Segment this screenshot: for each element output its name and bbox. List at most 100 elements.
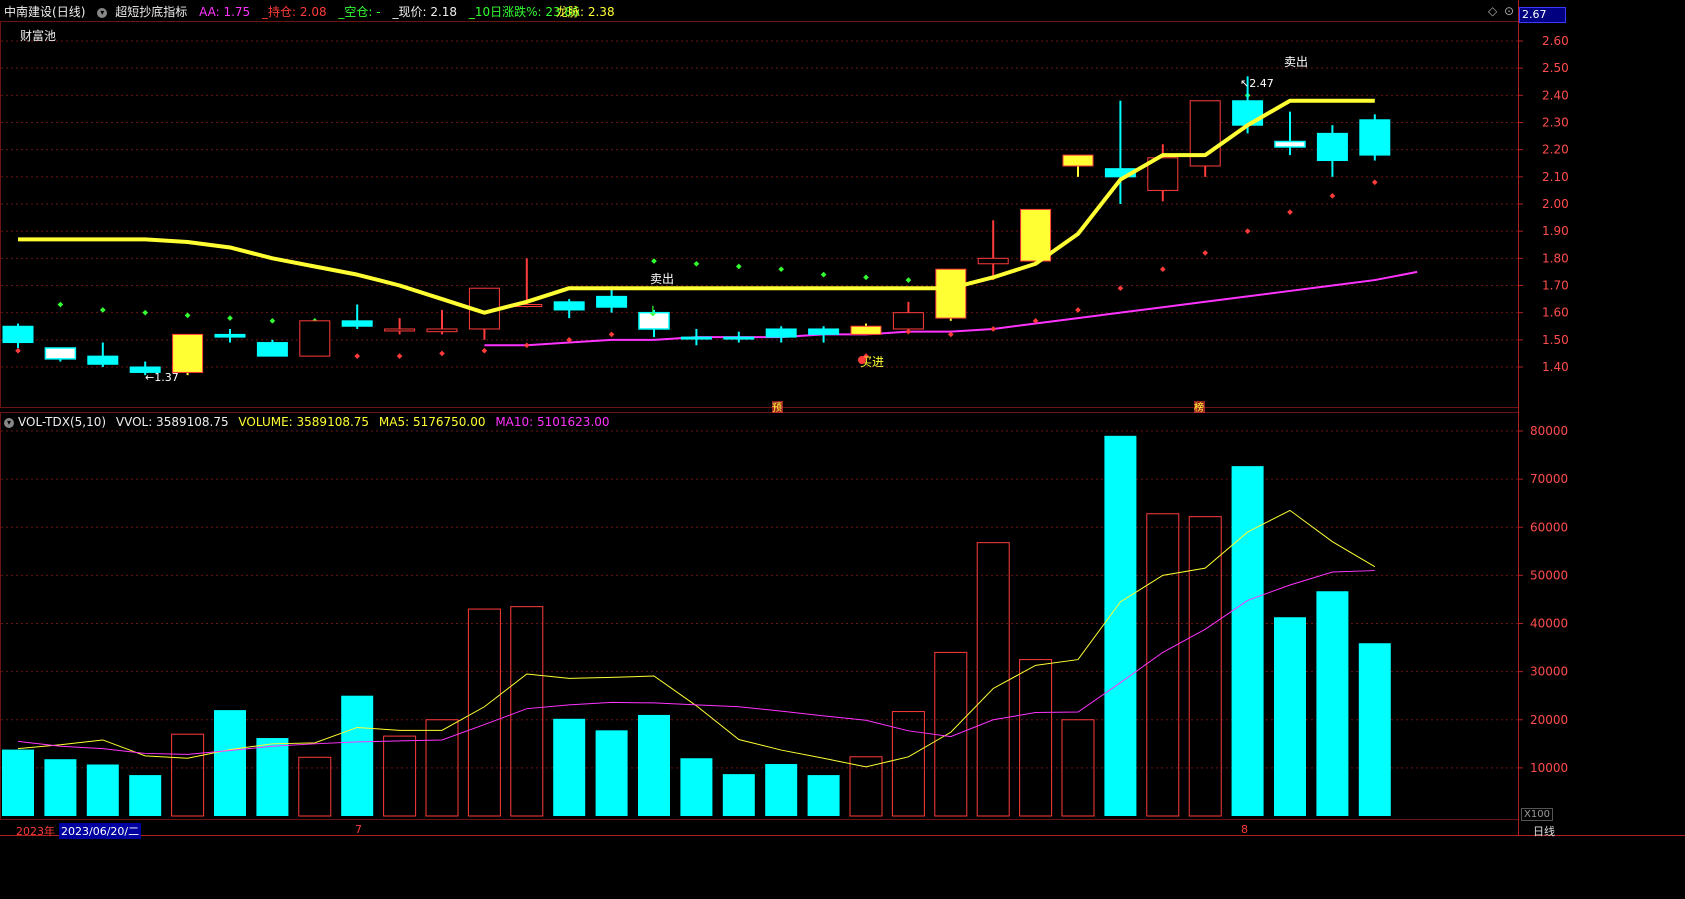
volume-bar: [891, 711, 925, 817]
candle-body: [596, 295, 628, 308]
volume-bar: [214, 710, 246, 816]
candle-body: [172, 333, 204, 373]
low-price-marker: ←1.37: [145, 371, 179, 384]
candle-body: [1062, 154, 1094, 167]
volume-bar: [341, 695, 374, 816]
candle-body: [850, 325, 882, 335]
candle-body: [2, 325, 34, 344]
green-signal-dot: [905, 277, 912, 283]
candle-body: [1359, 119, 1391, 156]
price-tick-label: 2.30: [1542, 116, 1569, 130]
volume-bar: [1231, 466, 1264, 816]
volume-bar: [256, 738, 289, 816]
volume-bar: [44, 759, 77, 816]
price-tick-label: 1.70: [1542, 279, 1569, 293]
dragon-value: 龙脉: 2.38: [556, 5, 615, 19]
volume-menu-icon[interactable]: ▾: [4, 417, 14, 428]
candle-body: [214, 333, 246, 338]
green-signal-dot: [693, 260, 700, 267]
candle-body: [256, 342, 288, 357]
chart-canvas[interactable]: 2.60 2.50 2.40 2.30 2.20 2.10 2.00 1.90 1.80 1.70…: [0, 0, 1685, 899]
price-tick-label: 2.50: [1542, 61, 1569, 75]
volume-bar: [1188, 516, 1222, 817]
buy-signal-dot: [858, 356, 866, 364]
vvol-value: VVOL: 3589108.75: [115, 415, 229, 429]
volume-bar: [1316, 591, 1349, 816]
volume-bar: [1358, 643, 1391, 816]
red-signal-dot: [1117, 285, 1124, 292]
volume-bar: [765, 764, 798, 816]
volume-bar: [1104, 435, 1137, 816]
candle-body: [1232, 100, 1264, 126]
volume-bar: [86, 764, 119, 816]
red-signal-dot: [1159, 266, 1166, 273]
empty-value: _空仓: -: [338, 5, 381, 19]
red-signal-dot: [439, 350, 445, 357]
price-tick-label: 1.50: [1542, 333, 1569, 347]
volume-tick-label: 20000: [1530, 713, 1568, 727]
candle-body: [765, 328, 797, 338]
green-signal-dot: [269, 317, 276, 324]
green-signal-dot: [820, 271, 827, 278]
candle-body: [935, 268, 967, 319]
green-down-arrow: ↓: [647, 304, 659, 320]
green-signal-dot: [735, 263, 742, 270]
candle-body: [44, 347, 77, 360]
green-signal-dot: [863, 274, 869, 281]
volume-bar: [595, 730, 628, 816]
red-signal-dot: [1202, 250, 1209, 256]
volume-bar: [976, 542, 1010, 817]
volume-value: VOLUME: 3589108.75: [238, 415, 370, 429]
price-panel-frame: [0, 21, 1519, 408]
candle-body: [384, 328, 416, 332]
candle-body: [553, 301, 585, 311]
candle-body: [808, 328, 840, 335]
red-signal-dot: [481, 347, 488, 354]
volume-tick-label: 60000: [1530, 520, 1568, 534]
current-price-box: 2.67: [1519, 7, 1566, 23]
volume-bar: [1019, 659, 1053, 817]
scroll-icon[interactable]: ⊙: [1504, 4, 1514, 18]
candle-body: [977, 257, 1009, 265]
yu-marker: 预: [772, 402, 782, 414]
chart-header: 中南建设(日线) ▾ 超短抄底指标 AA: 1.75 _持仓: 2.08 _空仓:…: [4, 3, 588, 20]
volume-bar: [807, 775, 840, 816]
green-signal-dot: [184, 312, 191, 319]
hold-value: _持仓: 2.08: [262, 5, 327, 19]
volume-bar: [171, 733, 205, 817]
indicator-name[interactable]: 超短抄底指标: [115, 5, 187, 19]
candle-body: [1274, 140, 1306, 148]
green-signal-dot: [57, 301, 64, 308]
volume-tick-label: 40000: [1530, 617, 1568, 631]
month-8-label: 8: [1241, 823, 1248, 836]
period-button[interactable]: 日线: [1533, 823, 1555, 839]
diamond-icon[interactable]: ◇: [1488, 4, 1497, 18]
red-signal-dot: [608, 331, 615, 338]
price-tick-label: 1.40: [1542, 360, 1569, 374]
volume-bar: [638, 714, 670, 816]
dragon-line: [18, 98, 1375, 315]
volume-bar: [934, 651, 968, 817]
ma5-value: MA5: 5176750.00: [378, 415, 486, 429]
price-tick-label: 1.80: [1542, 251, 1569, 265]
zoom-badge[interactable]: X100: [1521, 808, 1553, 821]
wealth-pool-label[interactable]: 财富池: [20, 27, 56, 44]
price-tick-label: 2.20: [1542, 143, 1569, 157]
stock-name[interactable]: 中南建设: [4, 5, 52, 19]
volume-bar: [383, 735, 417, 817]
red-signal-dot: [1371, 179, 1378, 186]
indicator-menu-icon[interactable]: ▾: [97, 7, 108, 18]
price-tick-label: 1.60: [1542, 306, 1569, 320]
price-tick-label: 1.90: [1542, 224, 1569, 238]
volume-indicator-name[interactable]: VOL-TDX(5,10): [18, 415, 106, 429]
red-signal-dot: [523, 342, 530, 349]
red-signal-dot: [1287, 209, 1293, 215]
volume-bar: [1274, 617, 1306, 816]
red-signal-dot: [990, 326, 997, 332]
volume-bar: [1146, 513, 1180, 817]
green-signal-dot: [651, 258, 657, 264]
red-signal-dot: [1329, 193, 1336, 199]
green-signal-dot: [778, 266, 785, 273]
volume-header: ▾ VOL-TDX(5,10) VVOL: 3589108.75 VOLUME: …: [4, 415, 610, 429]
candle-body: [1020, 208, 1052, 262]
